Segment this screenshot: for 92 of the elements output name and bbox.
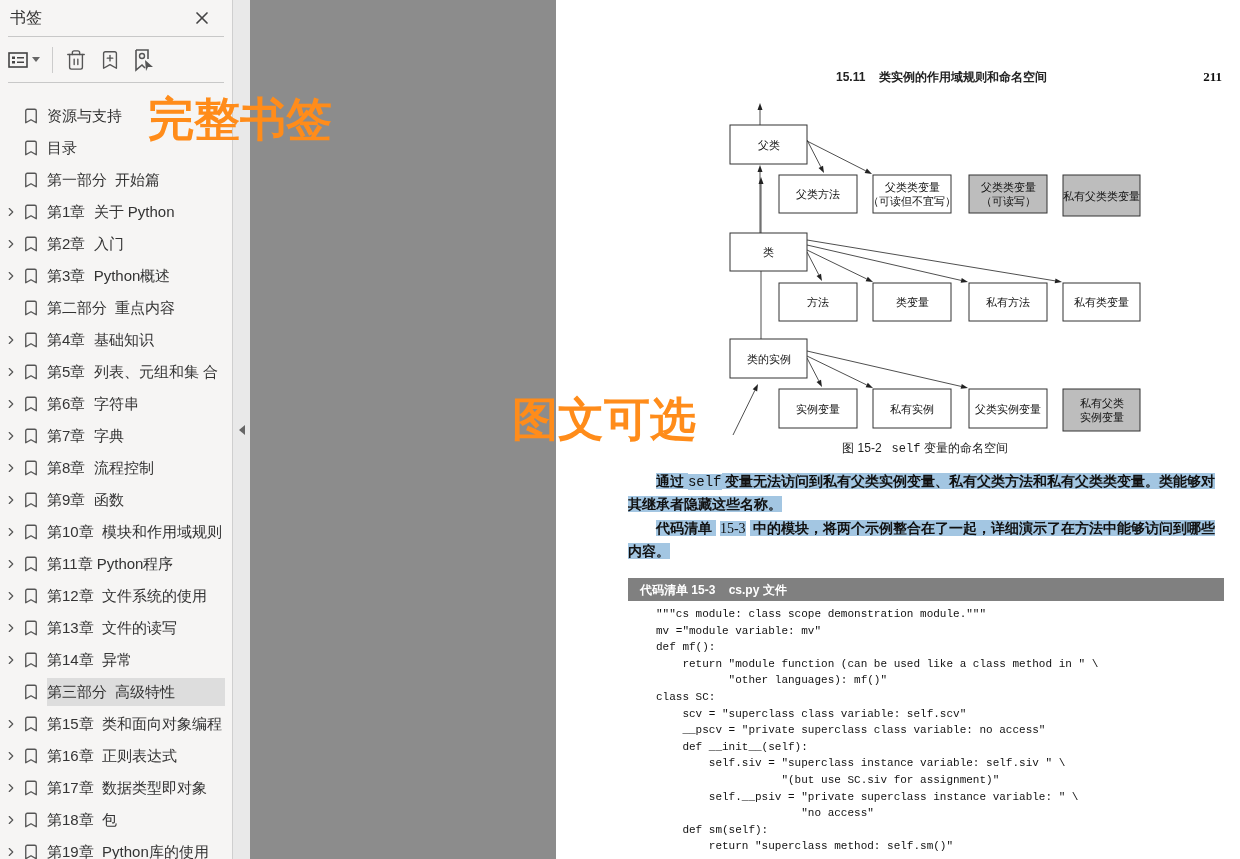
bookmark-icon — [22, 491, 40, 509]
bookmark-item[interactable]: 目录 — [47, 134, 77, 162]
delete-icon[interactable] — [65, 48, 87, 71]
bookmark-item[interactable]: 第6章 字符串 — [47, 390, 139, 418]
bookmark-item[interactable]: 第二部分 重点内容 — [47, 294, 176, 322]
diagram-node: 父类类变量 （可读写） — [968, 174, 1048, 214]
diagram-node: 父类方法 — [778, 174, 858, 214]
bookmark-icon — [22, 779, 40, 797]
bookmark-icon — [22, 139, 40, 157]
list-icon — [8, 51, 28, 68]
bookmark-item[interactable]: 第19章 Python库的使用 — [47, 838, 209, 859]
running-header: 15.11 类实例的作用域规则和命名空间 — [836, 69, 1047, 86]
code-line: "no access" — [800, 806, 875, 822]
bookmark-item[interactable]: 第5章 列表、元组和集 合 — [47, 358, 218, 386]
bookmark-item[interactable]: 第7章 字典 — [47, 422, 124, 450]
bookmark-icon — [22, 619, 40, 637]
code-line: return "module function (can be used like a class method in " \ — [681, 656, 1100, 672]
body-paragraph: 通过 self 变量无法访问到私有父类实例变量、私有父类方法和私有父类类变量。类能够对其继承者隐藏这些名称。 — [628, 472, 1217, 514]
bookmark-icon — [22, 587, 40, 605]
bookmark-icon — [22, 363, 40, 381]
bookmark-icon — [22, 683, 40, 701]
diagram-node: 私有方法 — [968, 282, 1048, 322]
code-line: self.siv = "superclass instance variable: self.siv " \ — [707, 756, 1067, 772]
bookmark-item[interactable]: 第16章 正则表达式 — [47, 742, 178, 770]
bookmark-item[interactable]: 第13章 文件的读写 — [47, 614, 178, 642]
arrow — [732, 384, 758, 435]
bookmark-item[interactable]: 第18章 包 — [47, 806, 118, 834]
caret-icon — [32, 57, 40, 62]
arrow — [757, 103, 763, 126]
code-line: def mf(): — [656, 640, 717, 656]
diagram-node: 类 — [729, 232, 808, 272]
bookmark-icon — [22, 651, 40, 669]
code-line: scv = "superclass class variable: self.scv" — [681, 706, 968, 722]
bookmark-icon — [22, 715, 40, 733]
code-line: def sm(self): — [681, 822, 770, 838]
bookmark-item[interactable]: 第14章 异常 — [47, 646, 133, 674]
bookmark-icon — [22, 299, 40, 317]
diagram-node: 私有父类 实例变量 — [1062, 388, 1141, 432]
diagram-node: 类变量 — [872, 282, 952, 322]
diagram-node: 私有父类类变量 — [1062, 174, 1141, 217]
bookmark-icon — [22, 235, 40, 253]
bookmark-item[interactable]: 第11章 Python程序 — [47, 550, 174, 578]
code-line: class SC: — [656, 689, 717, 705]
code-line: __pscv = "private superclass class variable: no access" — [681, 723, 1047, 739]
bookmark-icon — [22, 843, 40, 859]
diagram-node: 类的实例 — [729, 338, 808, 379]
code-line: return "superclass method: self.sm()" — [707, 839, 955, 855]
bookmark-item[interactable]: 第3章 Python概述 — [47, 262, 171, 290]
code-line: "(but use SC.siv for assignment)" — [780, 772, 1001, 788]
bookmark-icon — [22, 395, 40, 413]
figure-caption: 图 15-2 self 变量的命名空间 — [842, 440, 1008, 458]
code-line: def __init__(self): — [681, 739, 809, 755]
bookmark-icon — [22, 555, 40, 573]
bookmark-item[interactable]: 第三部分 高级特性 — [47, 678, 225, 706]
diagram-node: 私有类变量 — [1062, 282, 1141, 322]
bookmark-icon — [22, 171, 40, 189]
bookmark-item[interactable]: 第8章 流程控制 — [47, 454, 154, 482]
bookmark-icon — [22, 331, 40, 349]
bookmark-pointer-icon[interactable] — [133, 47, 155, 72]
bookmark-icon — [22, 523, 40, 541]
bookmark-item[interactable]: 第12章 文件系统的使用 — [47, 582, 208, 610]
listing-title: 代码清单 15-3 cs.py 文件 — [640, 581, 787, 599]
bookmark-icon — [22, 747, 40, 765]
bookmark-item[interactable]: 第10章 模块和作用域规则 — [47, 518, 223, 546]
bookmark-item[interactable]: 第17章 数据类型即对象 — [47, 774, 208, 802]
diagram-node: 方法 — [778, 282, 858, 322]
bookmark-item[interactable]: 第1章 关于 Python — [47, 198, 175, 226]
bookmark-icon — [22, 107, 40, 125]
bookmark-icon — [22, 811, 40, 829]
bookmark-item[interactable]: 第4章 基础知识 — [47, 326, 154, 354]
panel-title: 书签 — [10, 8, 42, 28]
bookmark-item[interactable]: 第一部分 开始篇 — [47, 166, 161, 194]
bookmark-item[interactable]: 资源与支持 — [47, 102, 122, 130]
bookmark-item[interactable]: 第9章 函数 — [47, 486, 124, 514]
diagram-node: 父类 — [729, 124, 808, 165]
bookmark-item[interactable]: 第15章 类和面向对象编程 — [47, 710, 223, 738]
bookmark-icon — [22, 267, 40, 285]
code-line: self.__psiv = "private superclass instance variable: " \ — [707, 789, 1080, 805]
bookmark-icon — [22, 203, 40, 221]
collapse-icon[interactable] — [238, 424, 245, 435]
diagram-node: 实例变量 — [778, 388, 858, 429]
body-paragraph: 代码清单 15-3 中的模块，将两个示例整合在了一起，详细演示了在方法中能够访问到哪些内容。 — [628, 519, 1217, 561]
options-button[interactable] — [8, 51, 40, 68]
code-line: "other languages): mf()" — [727, 673, 889, 689]
diagram-node: 私有实例 — [872, 388, 952, 429]
code-line: mv ="module variable: mv" — [656, 623, 823, 639]
diagram-node: 父类实例变量 — [968, 388, 1048, 429]
bookmark-icon — [22, 427, 40, 445]
page-number: 211 — [1203, 67, 1222, 86]
code-line: """cs module: class scope demonstration module.""" — [656, 607, 988, 622]
bookmark-icon — [22, 459, 40, 477]
bookmark-item[interactable]: 第2章 入门 — [47, 230, 124, 258]
